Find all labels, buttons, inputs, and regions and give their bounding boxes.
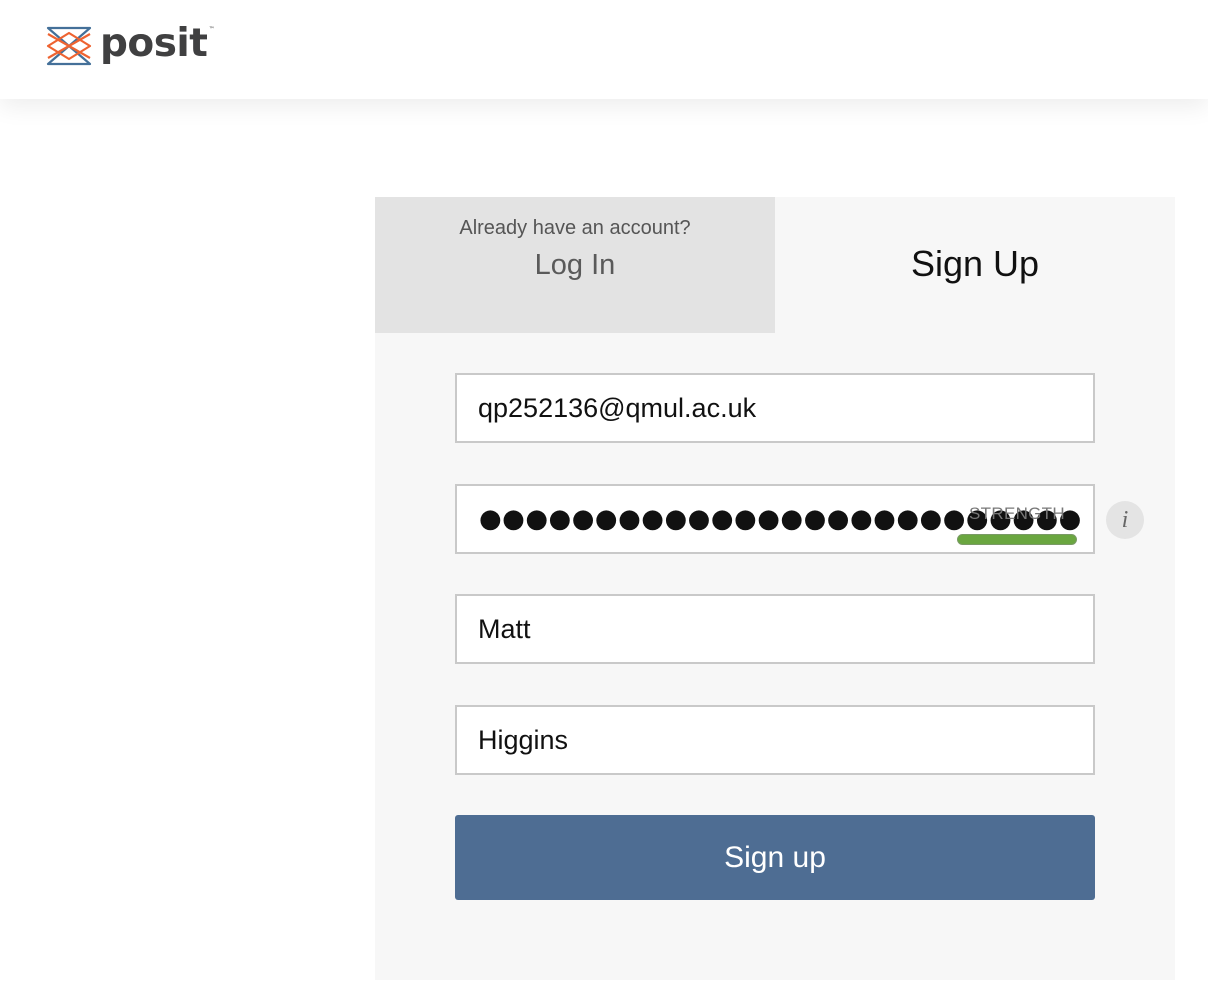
first-name-input[interactable]: [457, 596, 1093, 662]
logo-trademark: ™: [208, 25, 215, 33]
info-icon[interactable]: i: [1106, 501, 1144, 539]
logo-wordmark: posit: [100, 20, 208, 66]
strength-label: STRENGTH: [969, 504, 1065, 523]
login-hint-text: Already have an account?: [459, 217, 691, 239]
posit-x-logo-icon: [46, 26, 92, 66]
tab-sign-up[interactable]: Sign Up: [775, 197, 1175, 333]
signup-tab-label: Sign Up: [910, 243, 1040, 284]
tab-log-in[interactable]: Already have an account? Log In: [375, 197, 775, 333]
strength-bar: [957, 534, 1077, 545]
email-field-box: [455, 373, 1095, 443]
sign-up-button[interactable]: Sign up: [455, 815, 1095, 900]
email-input[interactable]: [457, 375, 1093, 441]
auth-card: Already have an account? Log In Sign Up …: [375, 197, 1175, 980]
login-tab-label: Log In: [534, 249, 616, 281]
password-strength-meter: STRENGTH: [955, 504, 1079, 545]
top-bar: posit ™: [0, 0, 1208, 99]
last-name-field-box: [455, 705, 1095, 775]
password-field-box: ●●●●●●●●●●●●●●●●●●●●●●●●●● STRENGTH: [455, 484, 1095, 554]
first-name-field-box: [455, 594, 1095, 664]
posit-logo[interactable]: posit ™: [46, 24, 214, 68]
last-name-input[interactable]: [457, 707, 1093, 773]
